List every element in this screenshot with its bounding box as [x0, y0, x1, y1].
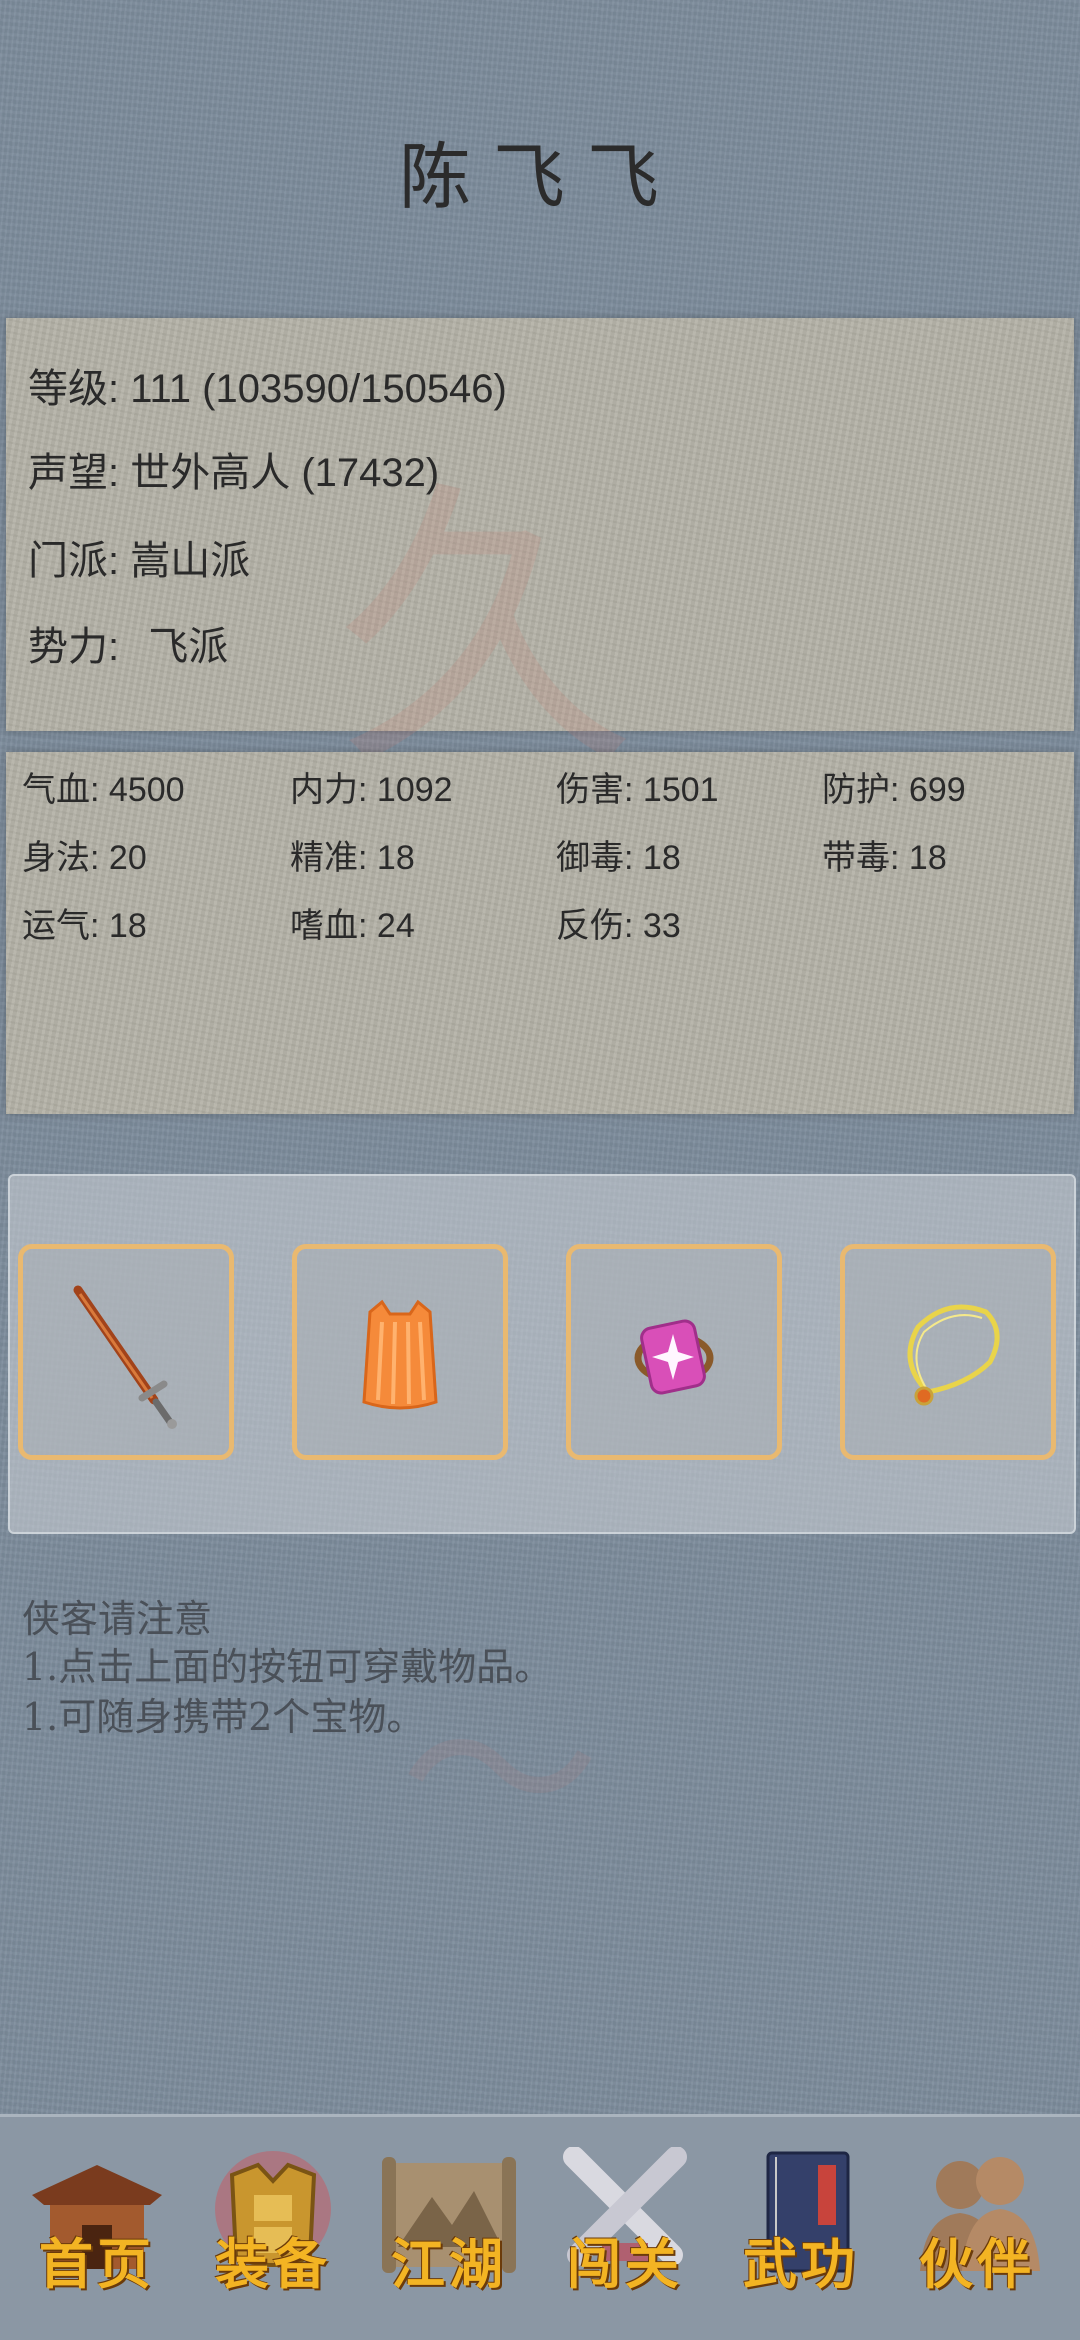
nav-home[interactable]: 首页: [22, 2147, 172, 2317]
nav-home-label: 首页: [39, 2232, 155, 2296]
nav-partners-label: 伙伴: [919, 2232, 1035, 2296]
stat-inner-force: 内力: 1092: [290, 771, 453, 809]
nav-martial-arts-label: 武功: [743, 2232, 859, 2296]
equipment-panel: [8, 1174, 1076, 1534]
fame-label: 声望:: [28, 451, 120, 495]
faction-row: 势力: 飞派: [28, 614, 228, 672]
stat-damage: 伤害: 1501: [556, 771, 719, 809]
ring-icon: [634, 1319, 714, 1395]
stat-hp: 气血: 4500: [22, 771, 185, 809]
level-row: 等级: 111 (103590/150546): [28, 356, 507, 414]
stat-poison-resist: 御毒: 18: [556, 839, 681, 877]
nav-challenge-label: 闯关: [567, 2232, 683, 2296]
level-label: 等级:: [28, 367, 120, 411]
stat-luck: 运气: 18: [22, 907, 147, 945]
stat-poison: 带毒: 18: [822, 839, 947, 877]
bottom-nav: 首页 装备 江湖 闯关 武功 伙伴: [0, 2114, 1080, 2340]
necklace-icon: [907, 1304, 1000, 1406]
nav-equipment[interactable]: 装备: [198, 2147, 348, 2317]
equip-slot-armor[interactable]: [292, 1244, 508, 1460]
nav-jianghu[interactable]: 江湖: [374, 2147, 524, 2317]
nav-jianghu-label: 江湖: [391, 2232, 507, 2296]
stat-accuracy: 精准: 18: [290, 839, 415, 877]
notice-title: 侠客请注意: [22, 1597, 213, 1641]
armor-icon: [362, 1299, 438, 1410]
sect-value: 嵩山派: [130, 539, 251, 583]
nav-equipment-label: 装备: [215, 2232, 331, 2296]
equip-slot-weapon[interactable]: [18, 1244, 234, 1460]
faction-label: 势力:: [28, 625, 120, 669]
level-value: 111 (103590/150546): [130, 367, 507, 411]
nav-partners[interactable]: 伙伴: [902, 2147, 1052, 2317]
stat-agility: 身法: 20: [22, 839, 147, 877]
nav-martial-arts[interactable]: 武功: [726, 2147, 876, 2317]
equip-slot-ring[interactable]: [566, 1244, 782, 1460]
sect-label: 门派:: [28, 539, 120, 583]
faction-value: 飞派: [148, 625, 229, 669]
nav-challenge[interactable]: 闯关: [550, 2147, 700, 2317]
sect-row: 门派: 嵩山派: [28, 528, 250, 586]
character-stats-panel: 气血: 4500 内力: 1092 伤害: 1501 防护: 699 身法: 2…: [6, 752, 1074, 1114]
notice-line-2: 1.可随身携带2个宝物。: [22, 1695, 425, 1739]
fame-value: 世外高人 (17432): [130, 451, 440, 495]
equip-slot-necklace[interactable]: [840, 1244, 1056, 1460]
character-info-panel: 久 等级: 111 (103590/150546) 声望: 世外高人 (1743…: [6, 318, 1074, 806]
character-name: 陈飞飞: [398, 135, 681, 219]
sword-icon: [73, 1285, 177, 1429]
notice-line-1: 1.点击上面的按钮可穿戴物品。: [22, 1645, 553, 1689]
stat-bloodthirst: 嗜血: 24: [290, 907, 415, 945]
fame-row: 声望: 世外高人 (17432): [28, 440, 439, 498]
stat-defense: 防护: 699: [822, 771, 966, 809]
stat-reflect: 反伤: 33: [556, 907, 681, 945]
